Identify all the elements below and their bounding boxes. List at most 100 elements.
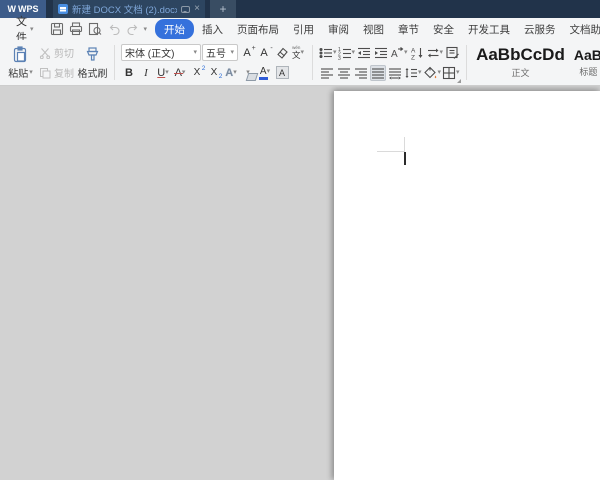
style-preview: AaBbCcDd <box>476 46 565 63</box>
chevron-down-icon: ▾ <box>301 49 305 56</box>
grow-font-button[interactable]: A+ <box>239 45 255 61</box>
format-painter-button[interactable]: 格式刷 <box>75 46 110 80</box>
print-button[interactable] <box>68 21 84 37</box>
ribbon-tab[interactable]: 视图 <box>357 19 390 39</box>
cut-copy-column: 剪切 复制 <box>39 45 74 80</box>
ribbon-tab[interactable]: 云服务 <box>518 19 562 39</box>
bold-button[interactable]: B <box>121 65 137 81</box>
decrease-indent-button[interactable] <box>356 45 372 61</box>
print-icon <box>69 22 83 36</box>
ribbon-tab[interactable]: 安全 <box>427 19 460 39</box>
click-type-guide-vertical <box>404 137 405 152</box>
text-effects-button[interactable]: A▾ <box>223 65 239 81</box>
document-page[interactable] <box>334 91 600 480</box>
increase-indent-button[interactable] <box>373 45 389 61</box>
character-shading-button[interactable]: A <box>274 65 290 81</box>
ribbon-tab[interactable]: 插入 <box>196 19 229 39</box>
undo-button[interactable] <box>106 21 122 37</box>
font-color-button[interactable]: A ▾ <box>257 65 273 81</box>
clear-formatting-button[interactable] <box>273 45 289 61</box>
shading-button[interactable]: ▾ <box>423 65 442 81</box>
svg-text:A: A <box>391 49 398 60</box>
font-group: 宋体 (正文) ▾ 五号 ▾ A+ A- wén <box>118 42 309 83</box>
strikethrough-button[interactable]: A▾ <box>172 65 188 81</box>
bullets-icon <box>319 46 333 60</box>
line-spacing-button[interactable]: ▾ <box>404 65 422 81</box>
show-marks-button[interactable]: ▾ <box>426 45 444 61</box>
quick-access-toolbar: ▾ <box>49 21 148 37</box>
text-cursor <box>404 152 406 165</box>
style-item[interactable]: AaBb 标题 1 <box>571 44 600 82</box>
wps-writer-window: W WPS 新建 DOCX 文档 (2).docx × + 文件 ▾ <box>0 0 600 480</box>
bullets-button[interactable]: ▾ <box>319 45 337 61</box>
document-area[interactable] <box>0 86 600 480</box>
undo-icon <box>107 22 121 36</box>
sort-button[interactable]: AZ <box>409 45 425 61</box>
qat-customize-icon[interactable]: ▾ <box>144 26 148 33</box>
style-item[interactable]: AaBbCcDd 正文 <box>473 44 568 82</box>
print-preview-button[interactable] <box>87 21 103 37</box>
underline-button[interactable]: U▾ <box>155 65 171 81</box>
paint-bucket-icon <box>423 66 438 80</box>
save-icon <box>50 22 64 36</box>
superscript-button[interactable]: X2 <box>189 65 205 81</box>
shrink-font-button[interactable]: A- <box>256 45 272 61</box>
text-direction-icon: A <box>390 46 404 60</box>
copy-icon <box>39 67 51 79</box>
titlebar: W WPS 新建 DOCX 文档 (2).docx × + <box>0 0 600 18</box>
paste-button[interactable]: 粘贴 ▾ <box>3 46 38 80</box>
font-family-value: 宋体 (正文) <box>125 45 174 60</box>
document-tab-title: 新建 DOCX 文档 (2).docx <box>72 2 177 16</box>
distribute-button[interactable] <box>387 65 403 81</box>
paste-icon <box>12 46 29 63</box>
document-tab[interactable]: 新建 DOCX 文档 (2).docx × <box>53 0 205 18</box>
text-direction-button[interactable]: A ▾ <box>390 45 408 61</box>
redo-button[interactable] <box>125 21 141 37</box>
align-center-button[interactable] <box>336 65 352 81</box>
paragraph-dialog-launcher[interactable] <box>457 79 461 83</box>
decrease-indent-icon <box>357 46 371 60</box>
align-right-icon <box>354 66 368 80</box>
ribbon-tab[interactable]: 审阅 <box>322 19 355 39</box>
click-type-guide-horizontal <box>377 151 404 152</box>
save-button[interactable] <box>49 21 65 37</box>
ribbon-tab[interactable]: 章节 <box>392 19 425 39</box>
italic-button[interactable]: I <box>138 65 154 81</box>
paragraph-layout-button[interactable] <box>444 45 460 61</box>
style-label: 标题 1 <box>579 65 600 78</box>
separator <box>114 45 115 80</box>
styles-gallery: AaBbCcDd 正文 AaBb 标题 1 AaBb( 标题 2 AaBbC 标… <box>470 42 600 83</box>
tab-close-icon[interactable]: × <box>194 4 200 14</box>
subscript-button[interactable]: X2 <box>206 65 222 81</box>
clipboard-group: 粘贴 ▾ 剪切 复制 格式刷 <box>2 42 111 83</box>
cut-button[interactable]: 剪切 <box>39 45 74 60</box>
paragraph-marks-icon <box>426 46 440 60</box>
justify-icon <box>371 66 385 80</box>
ribbon-tab[interactable]: 开发工具 <box>462 19 516 39</box>
numbering-button[interactable]: 123 ▾ <box>338 45 356 61</box>
font-family-select[interactable]: 宋体 (正文) ▾ <box>121 44 201 61</box>
highlight-color-button[interactable]: ▾ <box>240 65 256 81</box>
font-size-select[interactable]: 五号 ▾ <box>202 44 238 61</box>
cut-icon <box>39 47 51 59</box>
style-preview: AaBb <box>574 48 600 62</box>
ribbon-tab[interactable]: 页面布局 <box>231 19 285 39</box>
ribbon-tab[interactable]: 文档助手 <box>564 19 600 39</box>
align-right-button[interactable] <box>353 65 369 81</box>
ribbon-tab[interactable]: 开始 <box>155 19 194 39</box>
align-left-button[interactable] <box>319 65 335 81</box>
menubar: 文件 ▾ ▾ 开始 插入 <box>0 18 600 40</box>
chevron-down-icon: ▾ <box>193 49 197 56</box>
numbering-icon: 123 <box>338 46 352 60</box>
sort-icon: AZ <box>410 46 424 60</box>
font-size-value: 五号 <box>206 45 226 60</box>
pinyin-guide-button[interactable]: wén 文 ▾ <box>290 45 306 61</box>
paragraph-layout-icon <box>445 45 460 60</box>
copy-button[interactable]: 复制 <box>39 65 74 80</box>
ribbon-toolbar: 粘贴 ▾ 剪切 复制 格式刷 <box>0 40 600 86</box>
ribbon-tab[interactable]: 引用 <box>287 19 320 39</box>
new-tab-button[interactable]: + <box>210 0 236 18</box>
tab-comment-icon[interactable] <box>181 6 190 13</box>
justify-button[interactable] <box>370 65 386 81</box>
format-painter-label: 格式刷 <box>78 65 108 80</box>
